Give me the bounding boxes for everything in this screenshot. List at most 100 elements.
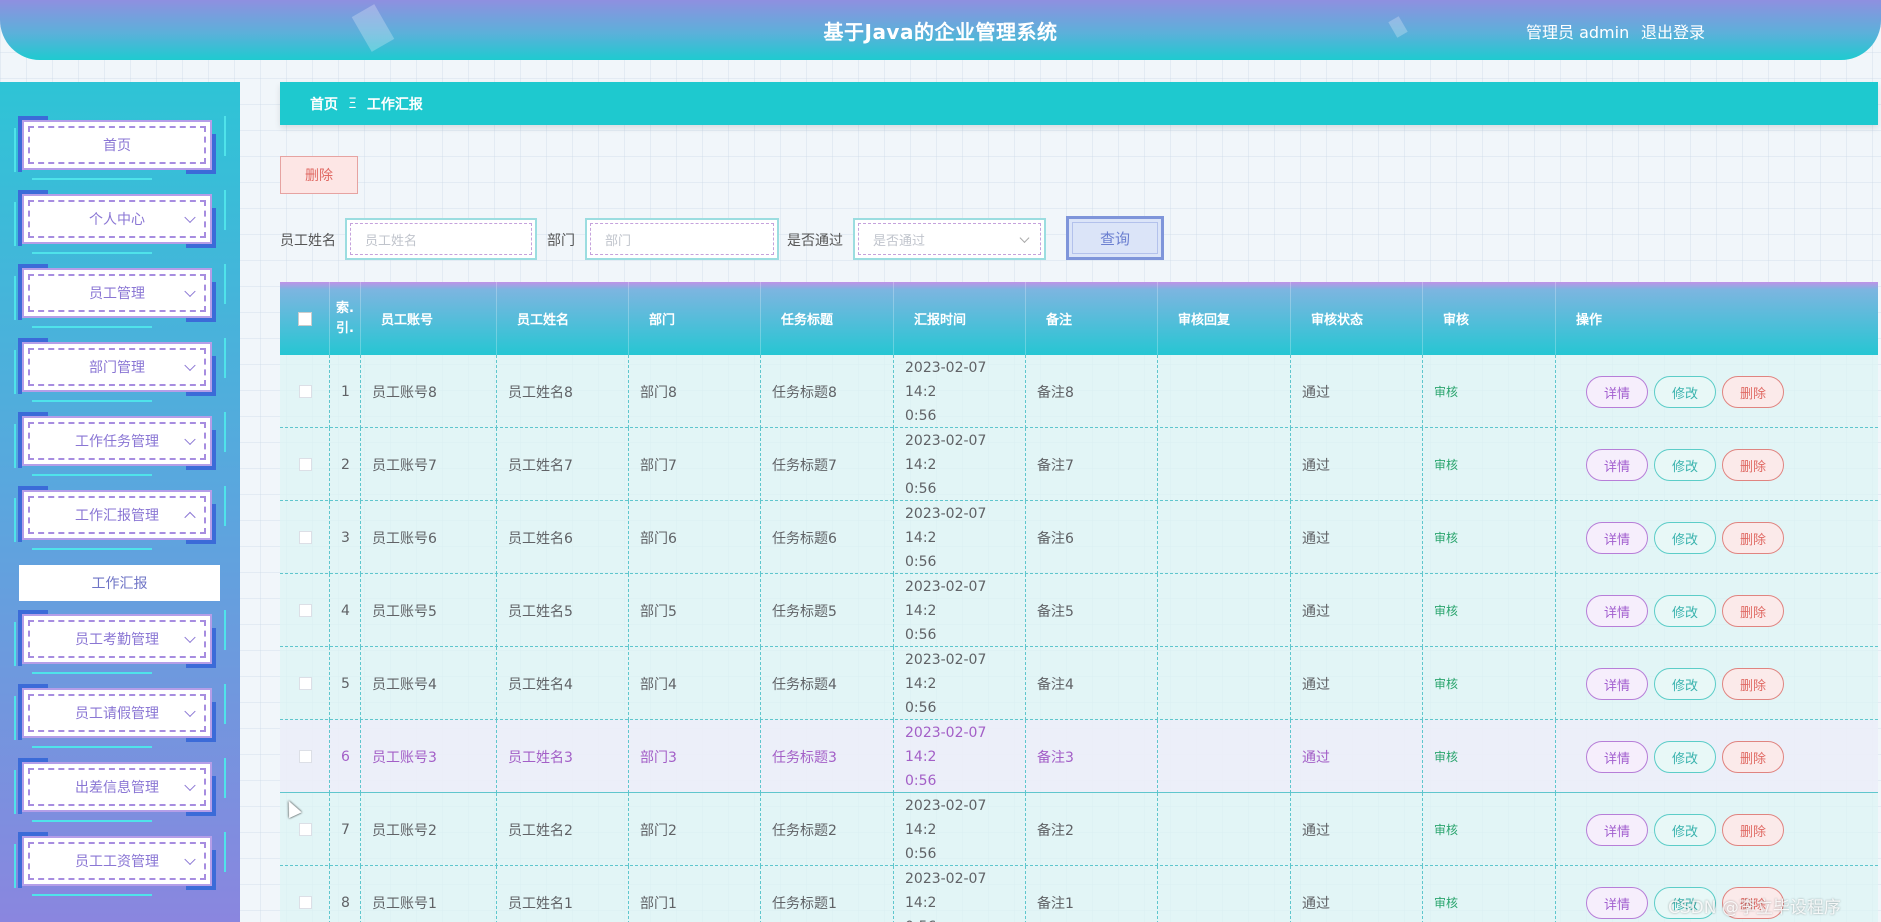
row-checkbox[interactable] xyxy=(298,677,312,690)
edit-button[interactable]: 修改 xyxy=(1654,449,1716,481)
cell-name: 员工姓名3 xyxy=(497,720,629,793)
cell-index: 8 xyxy=(330,866,361,922)
detail-button[interactable]: 详情 xyxy=(1586,376,1648,408)
report-time-line1: 2023-02-07 14:2 xyxy=(905,578,987,619)
sidebar-item-3[interactable]: 部门管理 xyxy=(14,338,226,402)
sidebar-item-0[interactable]: 首页 xyxy=(14,116,226,180)
row-checkbox[interactable] xyxy=(298,896,312,909)
sidebar-item-5[interactable]: 工作汇报管理 xyxy=(14,486,226,550)
row-checkbox[interactable] xyxy=(298,531,312,544)
report-time-line2: 0:56 xyxy=(905,480,937,497)
delete-button[interactable]: 删除 xyxy=(1722,668,1784,700)
col-index-label: 索. 引. xyxy=(336,299,354,339)
query-button[interactable]: 查询 xyxy=(1066,216,1164,260)
edit-button[interactable]: 修改 xyxy=(1654,741,1716,773)
edit-button[interactable]: 修改 xyxy=(1654,522,1716,554)
cell-audit[interactable]: 审核 xyxy=(1423,574,1556,647)
pass-filter-label: 是否通过 xyxy=(787,233,843,249)
sidebar-item-1[interactable]: 个人中心 xyxy=(14,190,226,254)
delete-button[interactable]: 删除 xyxy=(1722,376,1784,408)
menu-decoration xyxy=(14,622,16,666)
cell-note: 备注4 xyxy=(1026,647,1158,720)
select-all-checkbox[interactable] xyxy=(297,311,312,326)
detail-button[interactable]: 详情 xyxy=(1586,668,1648,700)
detail-button[interactable]: 详情 xyxy=(1586,814,1648,846)
cell-audit[interactable]: 审核 xyxy=(1423,501,1556,574)
cell-time: 2023-02-07 14:2 0:56 xyxy=(894,428,1026,501)
menu-decoration xyxy=(224,338,226,378)
row-checkbox[interactable] xyxy=(298,385,312,398)
breadcrumb-home[interactable]: 首页 xyxy=(310,94,338,114)
cell-time: 2023-02-07 14:2 0:56 xyxy=(894,355,1026,428)
chevron-down-icon xyxy=(184,285,196,298)
cell-dept: 部门1 xyxy=(629,866,761,922)
edit-button[interactable]: 修改 xyxy=(1654,595,1716,627)
delete-button[interactable]: 删除 xyxy=(1722,449,1784,481)
cell-account: 员工账号8 xyxy=(361,355,497,428)
detail-button[interactable]: 详情 xyxy=(1586,741,1648,773)
detail-button[interactable]: 详情 xyxy=(1586,522,1648,554)
sidebar-item-2[interactable]: 员工管理 xyxy=(14,264,226,328)
row-checkbox[interactable] xyxy=(298,604,312,617)
report-time-line2: 0:56 xyxy=(905,845,937,862)
delete-button[interactable]: 删除 xyxy=(1722,741,1784,773)
sidebar-item-6[interactable]: 员工考勤管理 xyxy=(14,610,226,674)
table-row: 4 员工账号5 员工姓名5 部门5 任务标题5 2023-02-07 14:2 0:56 备注… xyxy=(280,574,1878,647)
col-account: 员工账号 xyxy=(361,282,497,355)
sidebar-item-8[interactable]: 出差信息管理 xyxy=(14,758,226,822)
menu-decoration xyxy=(32,672,152,674)
cell-index: 5 xyxy=(330,647,361,720)
dept-filter-input[interactable]: 部门 xyxy=(585,218,779,260)
breadcrumb-current: 工作汇报 xyxy=(366,96,423,113)
cell-audit[interactable]: 审核 xyxy=(1423,793,1556,866)
edit-button[interactable]: 修改 xyxy=(1654,814,1716,846)
chevron-down-icon xyxy=(184,433,196,446)
cell-audit[interactable]: 审核 xyxy=(1423,866,1556,922)
cell-audit[interactable]: 审核 xyxy=(1423,428,1556,501)
cell-reply xyxy=(1158,720,1291,793)
menu-decoration xyxy=(224,684,226,724)
detail-button[interactable]: 详情 xyxy=(1586,449,1648,481)
menu-decoration xyxy=(224,190,226,230)
edit-button[interactable]: 修改 xyxy=(1654,668,1716,700)
report-time: 2023-02-07 14:2 0:56 xyxy=(905,648,1019,720)
cell-name: 员工姓名5 xyxy=(497,574,629,647)
menu-inner: 员工工资管理 xyxy=(28,842,206,880)
cell-audit[interactable]: 审核 xyxy=(1423,647,1556,720)
cell-audit[interactable]: 审核 xyxy=(1423,355,1556,428)
chevron-down-icon xyxy=(1019,232,1030,243)
row-checkbox[interactable] xyxy=(298,458,312,471)
report-time: 2023-02-07 14:2 0:56 xyxy=(905,721,1019,793)
row-checkbox[interactable] xyxy=(298,750,312,763)
cell-status: 通过 xyxy=(1291,866,1423,922)
menu-box: 员工管理 xyxy=(22,268,212,318)
col-status: 审核状态 xyxy=(1291,282,1423,355)
menu-decoration xyxy=(224,832,226,872)
detail-button[interactable]: 详情 xyxy=(1586,887,1648,919)
menu-inner: 员工请假管理 xyxy=(28,694,206,732)
sidebar-subitem-work-report[interactable]: 工作汇报 xyxy=(19,565,220,601)
cell-check xyxy=(280,647,330,720)
logout-link[interactable]: 退出登录 xyxy=(1641,19,1705,43)
name-filter-input[interactable]: 员工姓名 xyxy=(345,218,537,260)
menu-decoration xyxy=(14,350,16,394)
table-row: 1 员工账号8 员工姓名8 部门8 任务标题8 2023-02-07 14:2 0:56 备注… xyxy=(280,355,1878,428)
detail-button[interactable]: 详情 xyxy=(1586,595,1648,627)
delete-button[interactable]: 删除 xyxy=(1722,522,1784,554)
sidebar-item-7[interactable]: 员工请假管理 xyxy=(14,684,226,748)
batch-delete-button[interactable]: 删除 xyxy=(280,156,358,194)
sidebar-item-4[interactable]: 工作任务管理 xyxy=(14,412,226,476)
delete-button[interactable]: 删除 xyxy=(1722,595,1784,627)
report-time: 2023-02-07 14:2 0:56 xyxy=(905,794,1019,866)
pass-filter-select[interactable]: 是否通过 xyxy=(853,218,1046,260)
edit-button[interactable]: 修改 xyxy=(1654,376,1716,408)
menu-decoration xyxy=(32,746,152,748)
delete-button[interactable]: 删除 xyxy=(1722,814,1784,846)
row-checkbox[interactable] xyxy=(298,823,312,836)
cell-audit[interactable]: 审核 xyxy=(1423,720,1556,793)
report-time-line2: 0:56 xyxy=(905,626,937,643)
menu-decoration xyxy=(14,128,16,172)
chevron-down-icon xyxy=(184,705,196,718)
cell-reply xyxy=(1158,501,1291,574)
sidebar-item-9[interactable]: 员工工资管理 xyxy=(14,832,226,896)
